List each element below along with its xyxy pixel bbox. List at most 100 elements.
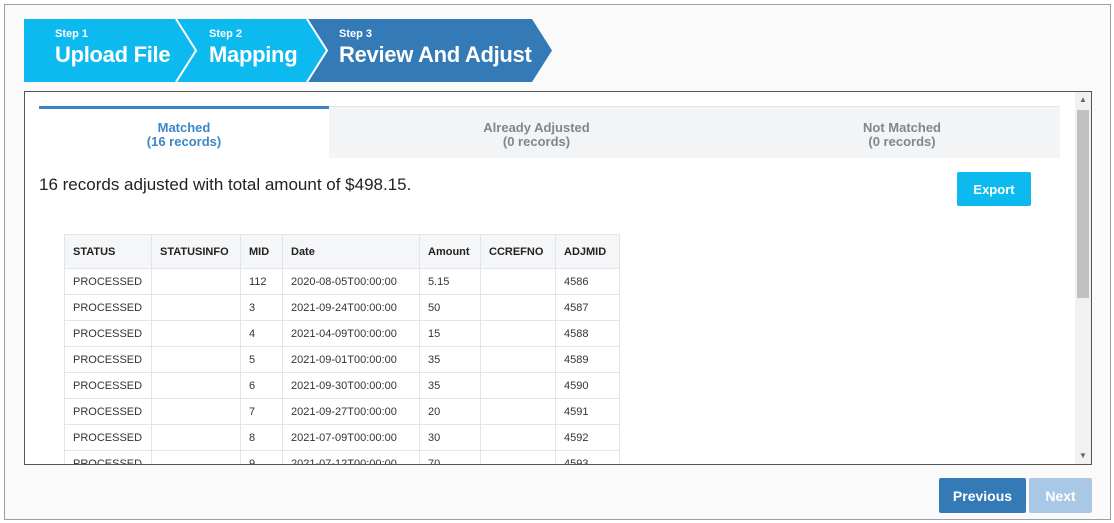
table-cell xyxy=(151,424,241,451)
table-cell xyxy=(151,450,241,464)
table-row[interactable]: PROCESSED 4 2021-04-09T00:00:00 15 4588 xyxy=(64,320,620,347)
table-cell: 4 xyxy=(240,320,283,347)
stepper: Step 1 Upload File Step 2 Mapping Step 3… xyxy=(24,19,564,82)
table-cell xyxy=(480,398,556,425)
vertical-scrollbar[interactable]: ▲ ▼ xyxy=(1075,92,1091,464)
scroll-down-icon[interactable]: ▼ xyxy=(1075,448,1091,464)
tab-matched[interactable]: Matched (16 records) xyxy=(39,106,329,158)
table-cell: 4590 xyxy=(555,372,620,399)
table-cell xyxy=(151,320,241,347)
table-cell xyxy=(480,320,556,347)
table-cell: 30 xyxy=(419,424,481,451)
column-header[interactable]: CCREFNO xyxy=(480,234,556,269)
table-cell: 2021-04-09T00:00:00 xyxy=(282,320,420,347)
table-cell: 2021-09-30T00:00:00 xyxy=(282,372,420,399)
table-cell xyxy=(480,424,556,451)
tab-not-matched-count: (0 records) xyxy=(868,134,936,149)
table-header-row: STATUS STATUSINFO MID Date Amount CCREFN… xyxy=(64,234,620,269)
table-cell xyxy=(480,346,556,373)
review-panel: Matched (16 records) Already Adjusted (0… xyxy=(24,91,1092,465)
tab-already-adjusted-label: Already Adjusted xyxy=(483,120,590,135)
table-cell: 7 xyxy=(240,398,283,425)
table-row[interactable]: PROCESSED 5 2021-09-01T00:00:00 35 4589 xyxy=(64,346,620,373)
table-cell: 20 xyxy=(419,398,481,425)
table-cell: 2021-09-27T00:00:00 xyxy=(282,398,420,425)
table-cell: PROCESSED xyxy=(64,320,152,347)
table-cell: 5.15 xyxy=(419,268,481,295)
step-2-title: Mapping xyxy=(209,42,298,67)
table-cell: 9 xyxy=(240,450,283,464)
table-cell: 35 xyxy=(419,346,481,373)
table-row[interactable]: PROCESSED 7 2021-09-27T00:00:00 20 4591 xyxy=(64,398,620,425)
table-cell: 3 xyxy=(240,294,283,321)
table-cell: 2021-07-09T00:00:00 xyxy=(282,424,420,451)
table-cell: 4591 xyxy=(555,398,620,425)
table-cell xyxy=(151,268,241,295)
table-row[interactable]: PROCESSED 3 2021-09-24T00:00:00 50 4587 xyxy=(64,294,620,321)
table-cell: PROCESSED xyxy=(64,424,152,451)
step-1[interactable]: Step 1 Upload File xyxy=(55,28,171,68)
table-cell: PROCESSED xyxy=(64,346,152,373)
table-cell xyxy=(151,398,241,425)
tab-matched-label: Matched xyxy=(157,120,211,135)
table-cell xyxy=(480,294,556,321)
result-tabs: Matched (16 records) Already Adjusted (0… xyxy=(39,106,1060,158)
tab-not-matched-label: Not Matched xyxy=(863,120,941,135)
table-cell: 4587 xyxy=(555,294,620,321)
next-button[interactable]: Next xyxy=(1029,478,1092,513)
records-table: STATUS STATUSINFO MID Date Amount CCREFN… xyxy=(64,234,620,464)
column-header[interactable]: STATUSINFO xyxy=(151,234,241,269)
table-cell: 4589 xyxy=(555,346,620,373)
step-1-title: Upload File xyxy=(55,42,171,67)
table-cell: PROCESSED xyxy=(64,398,152,425)
tab-already-adjusted[interactable]: Already Adjusted (0 records) xyxy=(329,106,744,158)
table-cell xyxy=(480,268,556,295)
tab-matched-count: (16 records) xyxy=(146,134,222,149)
table-row[interactable]: PROCESSED 8 2021-07-09T00:00:00 30 4592 xyxy=(64,424,620,451)
column-header[interactable]: Amount xyxy=(419,234,481,269)
table-row[interactable]: PROCESSED 112 2020-08-05T00:00:00 5.15 4586 xyxy=(64,268,620,295)
table-cell: 4586 xyxy=(555,268,620,295)
table-cell: 2021-07-12T00:00:00 xyxy=(282,450,420,464)
step-3-number: Step 3 xyxy=(339,28,373,40)
table-cell: 50 xyxy=(419,294,481,321)
table-cell: 5 xyxy=(240,346,283,373)
previous-button[interactable]: Previous xyxy=(939,478,1026,513)
table-row[interactable]: PROCESSED 9 2021-07-12T00:00:00 70 4593 xyxy=(64,450,620,464)
table-cell xyxy=(151,372,241,399)
step-3-title: Review And Adjust xyxy=(339,42,532,67)
column-header[interactable]: STATUS xyxy=(64,234,152,269)
step-2[interactable]: Step 2 Mapping xyxy=(209,28,298,68)
export-button[interactable]: Export xyxy=(957,172,1031,206)
table-cell: 15 xyxy=(419,320,481,347)
summary-text: 16 records adjusted with total amount of… xyxy=(39,175,412,194)
table-cell: 4593 xyxy=(555,450,620,464)
table-cell: 6 xyxy=(240,372,283,399)
scroll-up-icon[interactable]: ▲ xyxy=(1075,92,1091,108)
step-3[interactable]: Step 3 Review And Adjust xyxy=(339,28,532,68)
table-cell: 2021-09-01T00:00:00 xyxy=(282,346,420,373)
tab-already-adjusted-count: (0 records) xyxy=(502,134,571,149)
table-cell xyxy=(151,346,241,373)
table-cell: 112 xyxy=(240,268,283,295)
column-header[interactable]: Date xyxy=(282,234,420,269)
column-header[interactable]: MID xyxy=(240,234,283,269)
table-cell xyxy=(480,450,556,464)
step-2-number: Step 2 xyxy=(209,28,243,40)
table-row[interactable]: PROCESSED 6 2021-09-30T00:00:00 35 4590 xyxy=(64,372,620,399)
table-cell: 8 xyxy=(240,424,283,451)
table-cell: 2020-08-05T00:00:00 xyxy=(282,268,420,295)
table-cell: PROCESSED xyxy=(64,268,152,295)
table-body: PROCESSED 112 2020-08-05T00:00:00 5.15 4586 P… xyxy=(64,268,620,464)
table-cell: PROCESSED xyxy=(64,450,152,464)
scrollbar-thumb[interactable] xyxy=(1077,110,1089,298)
step-1-number: Step 1 xyxy=(55,28,89,40)
table-cell xyxy=(480,372,556,399)
tab-not-matched[interactable]: Not Matched (0 records) xyxy=(744,106,1060,158)
table-cell: 35 xyxy=(419,372,481,399)
table-cell: 4592 xyxy=(555,424,620,451)
table-cell: 70 xyxy=(419,450,481,464)
column-header[interactable]: ADJMID xyxy=(555,234,620,269)
table-cell xyxy=(151,294,241,321)
table-cell: 2021-09-24T00:00:00 xyxy=(282,294,420,321)
